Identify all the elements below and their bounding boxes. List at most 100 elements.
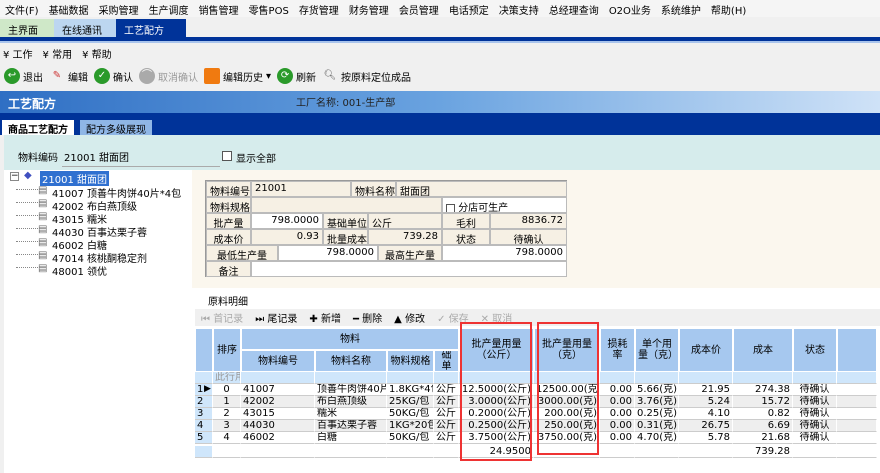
factory-name: 工厂名称: 001-生产部 xyxy=(296,98,396,109)
tab-product-recipe[interactable]: 商品工艺配方 xyxy=(2,120,74,136)
menu-item[interactable]: 电话预定 xyxy=(444,0,494,17)
page-title: 工艺配方 xyxy=(8,97,57,111)
tree-connector xyxy=(16,228,38,229)
detail-button[interactable]: ━ 删除 xyxy=(353,310,382,325)
item-icon: ▤ xyxy=(38,263,48,274)
locate-label: 按原料定位成品 xyxy=(341,72,412,84)
grid-cell xyxy=(837,420,877,432)
detail-button[interactable]: ⏭ 尾记录 xyxy=(255,310,297,325)
locate-button[interactable]: 🔍︎ 按原料定位成品 xyxy=(322,68,411,84)
grid-cell xyxy=(837,408,877,420)
button-icon: ✚ xyxy=(309,314,318,325)
edit-button[interactable]: ✎ 编辑 xyxy=(49,68,88,84)
menu-item[interactable]: 零售POS xyxy=(244,0,294,17)
detail-button-label: 新增 xyxy=(320,314,341,325)
cancel-confirm-button[interactable]: ⌒ 取消确认 xyxy=(139,68,198,84)
menu-item[interactable]: 采购管理 xyxy=(94,0,144,17)
highlight-box-g xyxy=(537,322,599,455)
filter-cell xyxy=(434,372,459,384)
branch-checkbox[interactable] xyxy=(446,203,455,212)
detail-button[interactable]: ⏮ 首记录 xyxy=(201,310,243,325)
grid-cell: 0.00 xyxy=(600,420,635,432)
dropdown-icon[interactable]: ▾ xyxy=(266,71,271,82)
tab-multilevel[interactable]: 配方多级展现 xyxy=(80,120,152,136)
filter-cell xyxy=(387,372,434,384)
menu-bar: 文件(F) 基础数据 采购管理 生产调度 销售管理 零售POS 存货管理 财务管理 会员管理 电话… xyxy=(0,0,880,17)
item-icon: ▤ xyxy=(38,211,48,222)
grid-cell: 2 xyxy=(213,408,241,420)
batch-input[interactable]: 798.0000 xyxy=(251,213,323,229)
show-all-checkbox[interactable] xyxy=(222,151,232,161)
tab-main[interactable]: 主界面 xyxy=(0,19,54,37)
menu-item[interactable]: O2O业务 xyxy=(604,0,656,17)
tab-online[interactable]: 在线通讯 xyxy=(54,19,116,37)
grid-cell: 46002 xyxy=(241,432,315,444)
item-icon: ▤ xyxy=(38,185,48,196)
grid-cell: 公斤 xyxy=(434,384,459,396)
cancel-icon: ⌒ xyxy=(139,68,155,84)
grid-cell: 0.00 xyxy=(600,432,635,444)
grid-cell: 43015 xyxy=(241,408,315,420)
grid-cell: 4.10 xyxy=(679,408,733,420)
grid-cell: 顶善牛肉饼40片*4包 xyxy=(315,384,387,396)
edit-label: 编辑 xyxy=(68,72,88,84)
footer-cell xyxy=(600,446,635,458)
menu-item[interactable]: 销售管理 xyxy=(194,0,244,17)
tree-connector xyxy=(16,267,38,268)
min-input[interactable]: 798.0000 xyxy=(278,245,378,261)
menu-item[interactable]: 帮助(H) xyxy=(706,0,751,17)
filter-cell xyxy=(793,372,837,384)
grid-cell: 1 xyxy=(213,396,241,408)
cancel-confirm-label: 取消确认 xyxy=(158,72,198,84)
filter-cell xyxy=(600,372,635,384)
detail-button-label: 尾记录 xyxy=(267,314,298,325)
menu-item[interactable]: 总经理查询 xyxy=(544,0,604,17)
menu-item[interactable]: 生产调度 xyxy=(144,0,194,17)
grid-cell: 0.00 xyxy=(600,408,635,420)
menu-item[interactable]: 决策支持 xyxy=(494,0,544,17)
menu-item[interactable]: 存货管理 xyxy=(294,0,344,17)
menu-item[interactable]: 基础数据 xyxy=(44,0,94,17)
menu-work[interactable]: ¥ 工作 xyxy=(3,46,33,62)
confirm-button[interactable]: ✓ 确认 xyxy=(94,68,133,84)
history-button[interactable]: 编辑历史 ▾ xyxy=(204,68,271,84)
grid-cell: 公斤 xyxy=(434,420,459,432)
tab-recipe[interactable]: 工艺配方 xyxy=(116,19,186,37)
tree-item[interactable]: 48001 领优 xyxy=(52,263,107,278)
detail-button[interactable]: ▲ 修改 xyxy=(394,310,425,325)
grid-cell: 待确认 xyxy=(793,432,837,444)
page-header: 工艺配方 工厂名称: 001-生产部 xyxy=(0,91,880,113)
menu-item[interactable]: 系统维护 xyxy=(656,0,706,17)
menu-common-label: 常用 xyxy=(52,50,73,61)
branch-produce[interactable]: 分店可生产 xyxy=(442,197,567,213)
search-icon: 🔍︎ xyxy=(323,70,337,81)
menu-item[interactable]: 财务管理 xyxy=(344,0,394,17)
menu-common[interactable]: ¥ 常用 xyxy=(43,46,73,62)
button-icon: ▲ xyxy=(394,314,402,325)
detail-button[interactable]: ✚ 新增 xyxy=(309,310,341,325)
button-icon: ⏭ xyxy=(255,314,265,325)
tree-root[interactable]: 21001 甜面团 xyxy=(40,171,109,186)
grid-cell: 3.76(克) xyxy=(635,396,679,408)
max-label: 最高生产量 xyxy=(378,245,442,261)
footer-cell xyxy=(195,446,213,458)
tree-connector xyxy=(16,254,38,255)
code-label: 物料编号 xyxy=(206,181,251,197)
material-code-input[interactable]: 21001 甜面团 xyxy=(62,147,220,167)
grid-cell: 42002 xyxy=(241,396,315,408)
header-cost: 成本 xyxy=(733,328,793,372)
grid-cell: 待确认 xyxy=(793,408,837,420)
note-input[interactable] xyxy=(251,261,567,277)
max-input[interactable]: 798.0000 xyxy=(442,245,567,261)
grid-cell xyxy=(837,384,877,396)
refresh-label: 刷新 xyxy=(296,72,317,84)
item-icon: ▤ xyxy=(38,250,48,261)
tab-band xyxy=(0,37,880,43)
menu-help[interactable]: ¥ 帮助 xyxy=(82,46,112,62)
menu-item[interactable]: 会员管理 xyxy=(394,0,444,17)
grid-cell: 0.82 xyxy=(733,408,793,420)
refresh-button[interactable]: ⟳ 刷新 xyxy=(277,68,316,84)
exit-button[interactable]: ↩ 退出 xyxy=(4,68,43,84)
collapse-icon[interactable]: − xyxy=(10,172,19,181)
menu-item[interactable]: 文件(F) xyxy=(0,0,44,17)
